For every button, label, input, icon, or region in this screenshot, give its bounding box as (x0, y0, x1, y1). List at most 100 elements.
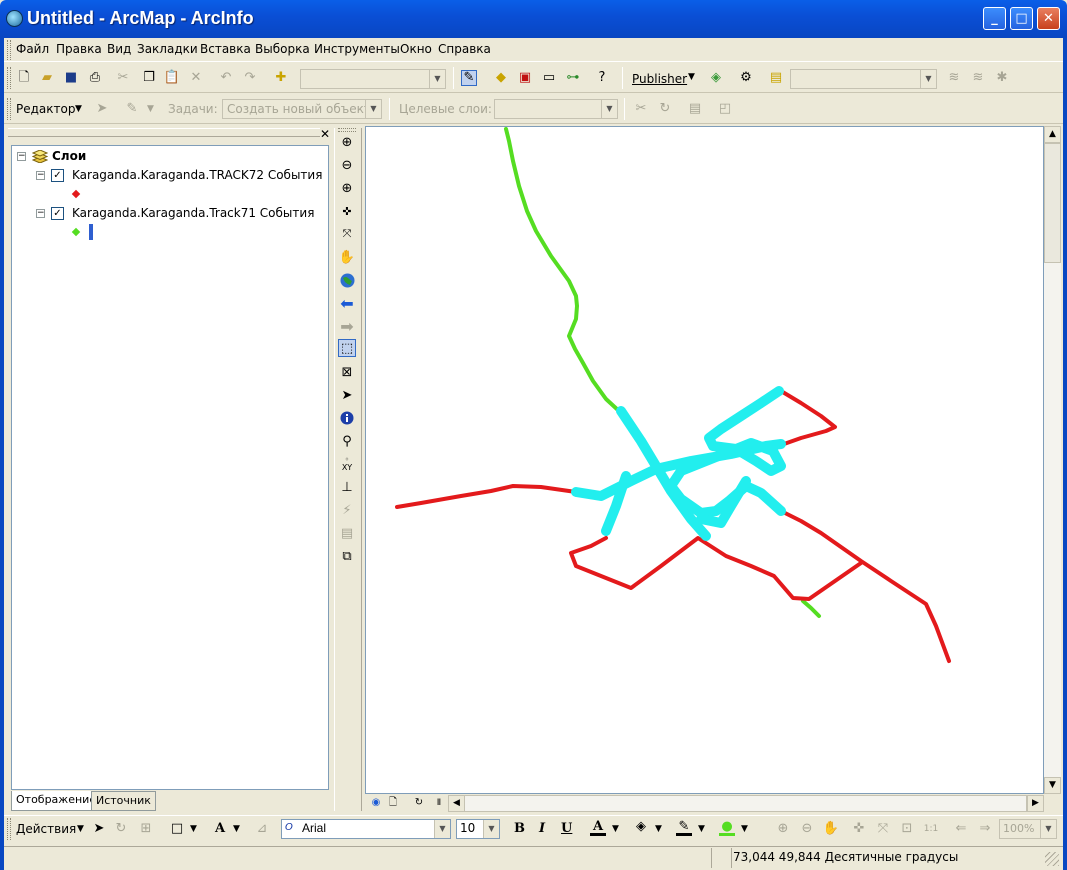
menu-tools[interactable]: Инструменты (314, 42, 400, 56)
menu-view[interactable]: Вид (107, 42, 131, 56)
font-color-dropdown-arrow[interactable]: ▼ (612, 824, 619, 834)
fixed-zoom-in-layout-icon[interactable]: ✜ (851, 821, 867, 837)
paste-icon[interactable]: 📋 (164, 70, 180, 86)
html-popup-icon[interactable]: ▤ (338, 524, 356, 542)
go-forward-extent-icon[interactable]: ⇒ (977, 821, 993, 837)
attributes-icon[interactable]: ▤ (687, 101, 703, 117)
print-icon[interactable]: ⎙ (87, 70, 103, 86)
whats-this-icon[interactable]: ? (594, 70, 610, 86)
layer-expander-track71[interactable]: − (36, 209, 45, 218)
scroll-right-button[interactable]: ▶ (1027, 795, 1044, 812)
arcmap-app-icon[interactable] (6, 10, 23, 27)
rotate-tool-icon[interactable]: ↻ (657, 101, 673, 117)
maximize-button[interactable]: □ (1010, 7, 1033, 30)
fill-color-dropdown-arrow[interactable]: ▼ (655, 824, 662, 834)
modelbuilder-icon[interactable]: ⊶ (565, 70, 581, 86)
select-features-icon[interactable]: ⬚ (338, 339, 356, 357)
open-folder-icon[interactable]: ▰ (39, 70, 55, 86)
fixed-zoom-in-icon[interactable]: ✜ (338, 202, 356, 220)
tab-source[interactable]: Источник (91, 791, 156, 811)
standard-toolbar-grip[interactable] (7, 67, 11, 89)
toc-close-icon[interactable]: ✕ (320, 127, 330, 141)
drawing-toolbar-grip[interactable] (7, 818, 11, 840)
root-expander[interactable]: − (17, 152, 26, 161)
redo-icon[interactable]: ↷ (242, 70, 258, 86)
link-icon[interactable]: ≋ (946, 70, 962, 86)
zoom-in-icon[interactable]: ⊕ (338, 133, 356, 151)
select-elements-arrow-icon[interactable]: ➤ (338, 386, 356, 404)
pause-drawing-icon[interactable]: Ⅱ (431, 795, 447, 811)
zoom-out-layout-icon[interactable]: ⊖ (799, 821, 815, 837)
save-icon[interactable]: ■ (63, 70, 79, 86)
resize-grip[interactable] (1045, 852, 1059, 866)
data-view-icon[interactable]: ◉ (368, 795, 384, 811)
scroll-up-button[interactable]: ▲ (1044, 126, 1061, 143)
line-color-icon[interactable]: ✎ (676, 819, 692, 836)
toc-title-grip[interactable] (8, 128, 320, 137)
menu-bookmarks[interactable]: Закладки (137, 42, 198, 56)
publisher-dropdown-arrow[interactable]: ▼ (688, 72, 695, 82)
add-data-icon[interactable]: ✚ (273, 70, 289, 86)
underline-button[interactable]: U (561, 821, 572, 836)
menu-help[interactable]: Справка (438, 42, 491, 56)
fixed-zoom-out-icon[interactable]: ⤧ (338, 225, 356, 243)
georeferencing-icon[interactable]: ▤ (768, 70, 784, 86)
hyperlink-icon[interactable]: ⚡ (338, 501, 356, 519)
sketch-dropdown-arrow[interactable]: ▼ (147, 104, 154, 114)
edit-vertices-icon[interactable]: ⊿ (254, 821, 270, 837)
cut-icon[interactable]: ✂ (115, 70, 131, 86)
select-elements-icon[interactable]: ➤ (91, 821, 107, 837)
text-dropdown-arrow[interactable]: ▼ (233, 824, 240, 834)
next-extent-icon[interactable]: ➡ (338, 317, 356, 336)
pan-hand-icon[interactable]: ✋ (338, 248, 356, 266)
create-viewer-icon[interactable]: ⧉ (338, 547, 356, 565)
tools-toolbar-grip[interactable] (338, 128, 356, 132)
full-extent-globe-icon[interactable] (338, 271, 356, 289)
measure-icon[interactable]: ⊥ (338, 478, 356, 496)
actions-dropdown-arrow[interactable]: ▼ (77, 824, 84, 834)
identify-icon[interactable] (338, 409, 356, 427)
map-view[interactable] (365, 126, 1044, 794)
layer-properties-icon[interactable]: ⚙ (738, 70, 754, 86)
font-name-combo[interactable]: O Arial ▼ (281, 819, 451, 839)
zoom-100-percent-icon[interactable]: 1:1 (923, 821, 939, 837)
copy-icon[interactable]: ❐ (141, 70, 157, 86)
vertical-scroll-thumb[interactable] (1044, 143, 1061, 263)
fixed-zoom-out-layout-icon[interactable]: ⤧ (875, 821, 891, 837)
text-tool-icon[interactable]: A (212, 821, 228, 837)
zoom-out-icon[interactable]: ⊖ (338, 156, 356, 174)
close-button[interactable]: ✕ (1037, 7, 1060, 30)
undo-icon[interactable]: ↶ (218, 70, 234, 86)
layer-label-track71[interactable]: Karaganda.Karaganda.Track71 События (72, 206, 314, 220)
menu-bar-grip[interactable] (7, 40, 11, 60)
tasks-combo[interactable]: Создать новый объект ▼ (222, 99, 382, 119)
menu-window[interactable]: Окно (400, 42, 432, 56)
bold-button[interactable]: B (514, 821, 525, 836)
arccatalog-icon[interactable]: ◆ (493, 70, 509, 86)
zoom-whole-page-icon[interactable]: ⊡ (899, 821, 915, 837)
marker-color-icon[interactable]: ● (719, 819, 735, 836)
layer-combo[interactable]: ▼ (790, 69, 937, 89)
drawing-actions-menu[interactable]: Действия (16, 822, 76, 836)
editor-dropdown-arrow[interactable]: ▼ (75, 104, 82, 114)
delete-icon[interactable]: ✕ (188, 70, 204, 86)
rotate-element-icon[interactable]: ↻ (113, 821, 129, 837)
sketch-tool-icon[interactable]: ✎ (124, 101, 140, 117)
layer-checkbox-track72[interactable]: ✓ (51, 169, 64, 182)
scroll-down-button[interactable]: ▼ (1044, 777, 1061, 794)
editor-menu[interactable]: Редактор (16, 102, 75, 116)
layer-checkbox-track71[interactable]: ✓ (51, 207, 64, 220)
layout-zoom-combo[interactable]: 100% ▼ (999, 819, 1057, 839)
scroll-left-button[interactable]: ◀ (448, 795, 465, 812)
go-back-extent-icon[interactable]: ⇐ (953, 821, 969, 837)
layer-expander-track72[interactable]: − (36, 171, 45, 180)
italic-button[interactable]: I (539, 821, 545, 836)
arctoolbox-icon[interactable]: ▣ (517, 70, 533, 86)
layout-view-icon[interactable]: 🗋 (385, 795, 401, 811)
delete-links-icon[interactable]: ✱ (994, 70, 1010, 86)
zoom-in-tool-icon[interactable]: ⊕ (338, 179, 356, 197)
new-document-icon[interactable]: 🗋 (16, 70, 32, 86)
zoom-in-layout-icon[interactable]: ⊕ (775, 821, 791, 837)
split-tool-icon[interactable]: ✂ (633, 101, 649, 117)
publisher-menu[interactable]: Publisher (632, 72, 687, 86)
